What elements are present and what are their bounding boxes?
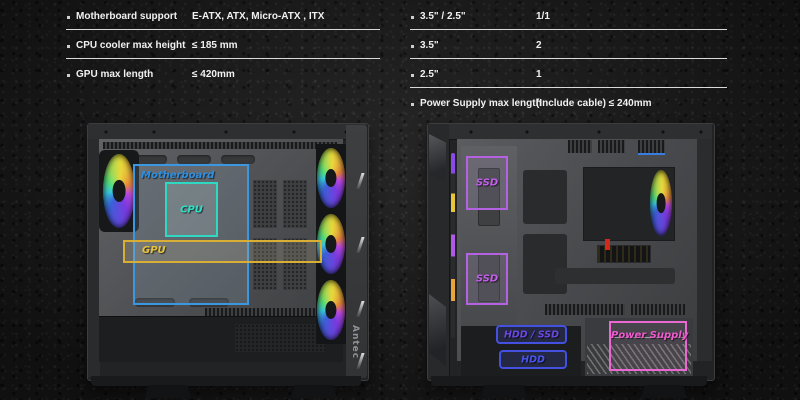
right-case-render: SSD SSD HDD / SSD HDD Power Supply [425,118,717,399]
divider [66,29,380,30]
spec-label: 3.5" [420,35,439,57]
left-case-render: Antec Motherboard CPU GPU [85,118,377,399]
panel-highlight [356,237,364,253]
ssd-bottom-label: SSD [468,274,506,285]
spec-label: 2.5" [420,64,439,86]
panel-highlight [356,173,364,189]
rear-rgb-fan-visible [650,170,672,236]
cable-cutout [523,234,567,294]
bullet-icon [411,74,414,77]
divider [410,58,727,59]
spec-value: 1/1 [536,6,550,28]
bullet-icon [67,74,70,77]
spec-label: 3.5" / 2.5" [420,6,466,28]
floor-vent [631,304,685,315]
cable-channel [555,268,675,284]
divider [410,29,727,30]
case-top-frame [449,124,712,140]
bullet-icon [411,45,414,48]
bullet-icon [411,16,414,19]
fan-hub [325,169,336,187]
cpu-overlay: CPU [165,182,218,237]
divider [410,87,727,88]
spec-value: (Include cable) ≤ 240mm [536,93,652,115]
top-grille [568,140,592,153]
panel-bevel-highlight [429,294,446,366]
panel-highlight [356,301,364,317]
spec-label: GPU max length [76,64,153,86]
top-grille [598,140,625,153]
case-foot [481,385,527,398]
case-top-frame [88,124,366,140]
spec-row-motherboard: Motherboard support E-ATX, ATX, Micro-AT… [66,6,380,28]
cable-grommet [221,155,255,164]
spec-row-gpu-length: GPU max length ≤ 420mm [66,64,380,86]
io-grille [638,140,665,155]
front-panel-edge [428,124,450,378]
front-panel: Antec [346,125,367,378]
spec-label: CPU cooler max height [76,35,185,57]
bullet-icon [67,45,70,48]
case-foot [145,385,191,398]
spec-table-left: Motherboard support E-ATX, ATX, Micro-AT… [66,6,380,96]
front-fan-glow-strip [451,153,455,338]
shroud-perforation [235,324,325,352]
floor-vent [545,304,625,315]
spec-value: E-ATX, ATX, Micro-ATX , ITX [192,6,324,28]
cable-cutout [523,170,567,224]
case-foot [641,385,687,398]
spec-sheet: Motherboard support E-ATX, ATX, Micro-AT… [0,0,800,400]
spec-value: ≤ 420mm [192,64,235,86]
gpu-overlay: GPU [123,240,322,263]
bullet-icon [67,16,70,19]
ssd-top-overlay: SSD [466,156,508,210]
rear-rgb-fan [103,154,135,228]
motherboard-label: Motherboard [141,170,214,181]
case-base [431,376,707,386]
hdd-ssd-label: HDD / SSD [498,329,565,340]
case-foot [291,385,337,398]
fan-hub [657,193,666,213]
cpu-cutout [583,167,675,241]
power-supply-label: Power Supply [611,330,685,341]
hdd-overlay: HDD [499,350,567,369]
cpu-label: CPU [167,204,216,215]
panel-bevel-highlight [429,134,446,182]
fan-hub [325,235,336,253]
rear-frame [697,139,712,361]
top-vent [103,142,337,149]
power-supply-overlay: Power Supply [609,321,687,371]
front-rgb-fan-3 [317,280,345,340]
front-rgb-fan-1 [317,148,345,208]
bullet-icon [411,103,414,106]
spec-row-drive-combo: 3.5" / 2.5" 1/1 [410,6,727,28]
antec-logo: Antec [350,325,360,359]
ssd-bottom-overlay: SSD [466,253,508,305]
gpu-label: GPU [142,245,166,256]
spec-label: Motherboard support [76,6,177,28]
tray-vent [253,180,277,228]
spec-value: 2 [536,35,542,57]
divider [66,58,380,59]
case-base [91,376,361,386]
hdd-label: HDD [501,354,565,365]
red-connector [605,239,610,250]
ssd-top-label: SSD [468,178,506,189]
tray-vent [283,180,307,228]
fan-hub [325,301,336,319]
spec-row-35-bays: 3.5" 2 [410,35,727,57]
spec-row-psu-length: Power Supply max length (Include cable) … [410,93,727,115]
spec-label: Power Supply max length [420,93,542,115]
cable-grommet [177,155,211,164]
hdd-ssd-overlay: HDD / SSD [496,325,567,344]
spec-row-cpu-cooler: CPU cooler max height ≤ 185 mm [66,35,380,57]
spec-row-25-bays: 2.5" 1 [410,64,727,86]
fan-hub [113,180,126,202]
spec-value: 1 [536,64,542,86]
spec-value: ≤ 185 mm [192,35,238,57]
spec-table-right: 3.5" / 2.5" 1/1 3.5" 2 2.5" 1 Power Supp… [410,6,727,118]
